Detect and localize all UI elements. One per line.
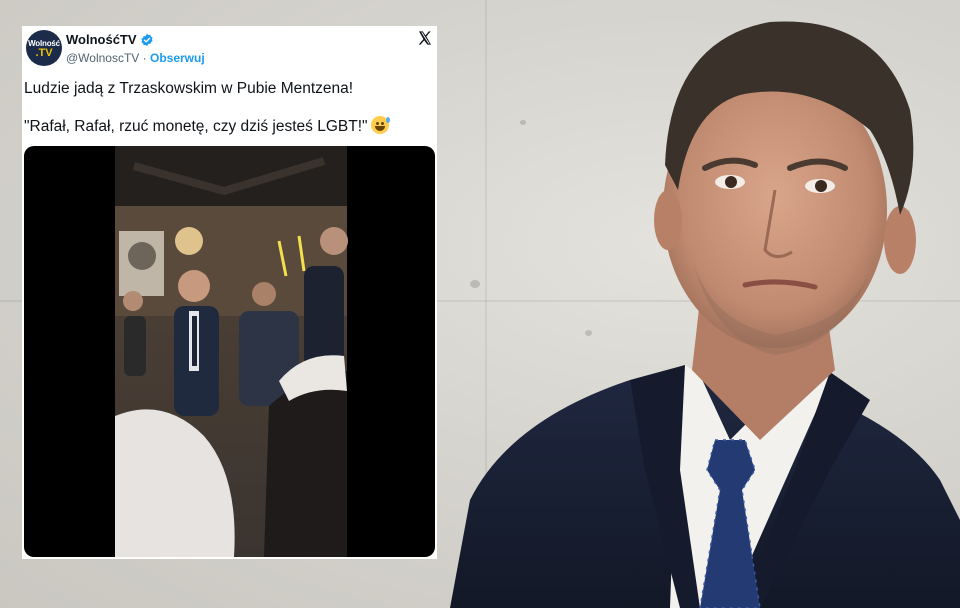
- avatar-text: .TV: [35, 47, 53, 59]
- display-name[interactable]: WolnośćTV: [66, 32, 137, 47]
- tweet-video[interactable]: [24, 146, 435, 557]
- handle-row: @WolnoscTV · Obserwuj: [66, 51, 205, 65]
- x-logo-icon[interactable]: [417, 30, 433, 46]
- separator: ·: [139, 51, 150, 65]
- tweet-quote: "Rafał, Rafał, rzuć monetę, czy dziś jes…: [24, 118, 368, 135]
- display-name-row[interactable]: WolnośćTV: [66, 32, 154, 47]
- tweet-text-line: Ludzie jadą z Trzaskowskim w Pubie Mentz…: [24, 80, 354, 97]
- verified-badge-icon: [141, 33, 153, 46]
- follow-button[interactable]: Obserwuj: [150, 51, 205, 65]
- video-frame: [115, 146, 348, 557]
- tweet-text-line: "Rafał, Rafał, rzuć monetę, czy dziś jes…: [24, 116, 432, 137]
- profile-avatar[interactable]: Wolność .TV: [26, 30, 62, 66]
- person-photo: [450, 21, 960, 608]
- tweet-card: Wolność .TV WolnośćTV @WolnoscTV · Obser…: [22, 26, 437, 559]
- handle[interactable]: @WolnoscTV: [66, 51, 139, 65]
- sweat-smile-emoji-icon: [370, 116, 390, 134]
